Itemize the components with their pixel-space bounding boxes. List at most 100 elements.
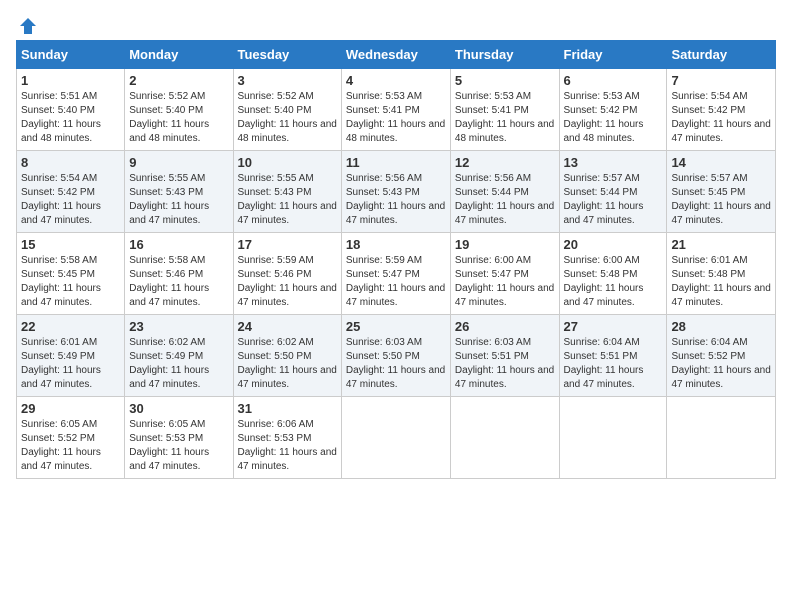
day-number: 5 bbox=[455, 73, 555, 88]
day-number: 27 bbox=[564, 319, 663, 334]
day-info: Sunrise: 6:00 AMSunset: 5:48 PMDaylight:… bbox=[564, 254, 663, 310]
calendar-header-saturday: Saturday bbox=[667, 41, 776, 69]
calendar-cell: 21 Sunrise: 6:01 AMSunset: 5:48 PMDayligh… bbox=[667, 233, 776, 315]
calendar-cell: 2 Sunrise: 5:52 AMSunset: 5:40 PMDaylight… bbox=[125, 69, 233, 151]
day-info: Sunrise: 5:57 AMSunset: 5:45 PMDaylight:… bbox=[671, 172, 771, 228]
day-number: 9 bbox=[129, 155, 228, 170]
calendar-cell bbox=[559, 397, 667, 479]
day-number: 6 bbox=[564, 73, 663, 88]
calendar-cell: 20 Sunrise: 6:00 AMSunset: 5:48 PMDayligh… bbox=[559, 233, 667, 315]
day-info: Sunrise: 5:51 AMSunset: 5:40 PMDaylight:… bbox=[21, 90, 120, 146]
calendar-week-row: 8 Sunrise: 5:54 AMSunset: 5:42 PMDaylight… bbox=[17, 151, 776, 233]
day-number: 15 bbox=[21, 237, 120, 252]
day-number: 22 bbox=[21, 319, 120, 334]
calendar-cell: 19 Sunrise: 6:00 AMSunset: 5:47 PMDayligh… bbox=[450, 233, 559, 315]
calendar-cell bbox=[667, 397, 776, 479]
logo-icon bbox=[18, 16, 38, 36]
day-number: 17 bbox=[238, 237, 337, 252]
calendar-cell: 9 Sunrise: 5:55 AMSunset: 5:43 PMDaylight… bbox=[125, 151, 233, 233]
day-number: 12 bbox=[455, 155, 555, 170]
day-number: 3 bbox=[238, 73, 337, 88]
calendar-cell: 6 Sunrise: 5:53 AMSunset: 5:42 PMDaylight… bbox=[559, 69, 667, 151]
day-info: Sunrise: 5:56 AMSunset: 5:43 PMDaylight:… bbox=[346, 172, 446, 228]
day-number: 11 bbox=[346, 155, 446, 170]
calendar-header-row: SundayMondayTuesdayWednesdayThursdayFrid… bbox=[17, 41, 776, 69]
day-info: Sunrise: 5:54 AMSunset: 5:42 PMDaylight:… bbox=[21, 172, 120, 228]
calendar-cell: 30 Sunrise: 6:05 AMSunset: 5:53 PMDayligh… bbox=[125, 397, 233, 479]
calendar-cell: 8 Sunrise: 5:54 AMSunset: 5:42 PMDaylight… bbox=[17, 151, 125, 233]
day-info: Sunrise: 6:02 AMSunset: 5:50 PMDaylight:… bbox=[238, 336, 337, 392]
calendar-header-wednesday: Wednesday bbox=[341, 41, 450, 69]
calendar-cell: 5Sunrise: 5:53 AMSunset: 5:41 PMDaylight… bbox=[450, 69, 559, 151]
calendar-cell: 10 Sunrise: 5:55 AMSunset: 5:43 PMDayligh… bbox=[233, 151, 341, 233]
calendar-header-tuesday: Tuesday bbox=[233, 41, 341, 69]
day-number: 21 bbox=[671, 237, 771, 252]
day-info: Sunrise: 6:02 AMSunset: 5:49 PMDaylight:… bbox=[129, 336, 228, 392]
calendar-cell: 29 Sunrise: 6:05 AMSunset: 5:52 PMDayligh… bbox=[17, 397, 125, 479]
day-info: Sunrise: 6:04 AMSunset: 5:51 PMDaylight:… bbox=[564, 336, 663, 392]
calendar-cell: 7Sunrise: 5:54 AMSunset: 5:42 PMDaylight… bbox=[667, 69, 776, 151]
day-info: Sunrise: 6:05 AMSunset: 5:52 PMDaylight:… bbox=[21, 418, 120, 474]
day-info: Sunrise: 6:01 AMSunset: 5:48 PMDaylight:… bbox=[671, 254, 771, 310]
calendar-week-row: 22 Sunrise: 6:01 AMSunset: 5:49 PMDayligh… bbox=[17, 315, 776, 397]
day-info: Sunrise: 5:52 AMSunset: 5:40 PMDaylight:… bbox=[129, 90, 228, 146]
day-info: Sunrise: 5:58 AMSunset: 5:45 PMDaylight:… bbox=[21, 254, 120, 310]
calendar-cell: 23 Sunrise: 6:02 AMSunset: 5:49 PMDayligh… bbox=[125, 315, 233, 397]
day-number: 29 bbox=[21, 401, 120, 416]
day-number: 16 bbox=[129, 237, 228, 252]
page-header bbox=[16, 16, 776, 32]
day-number: 10 bbox=[238, 155, 337, 170]
calendar-cell bbox=[450, 397, 559, 479]
day-info: Sunrise: 5:58 AMSunset: 5:46 PMDaylight:… bbox=[129, 254, 228, 310]
calendar-cell: 22 Sunrise: 6:01 AMSunset: 5:49 PMDayligh… bbox=[17, 315, 125, 397]
calendar-cell: 15 Sunrise: 5:58 AMSunset: 5:45 PMDayligh… bbox=[17, 233, 125, 315]
day-info: Sunrise: 6:00 AMSunset: 5:47 PMDaylight:… bbox=[455, 254, 555, 310]
calendar-header-friday: Friday bbox=[559, 41, 667, 69]
day-info: Sunrise: 6:03 AMSunset: 5:51 PMDaylight:… bbox=[455, 336, 555, 392]
day-info: Sunrise: 5:57 AMSunset: 5:44 PMDaylight:… bbox=[564, 172, 663, 228]
day-number: 23 bbox=[129, 319, 228, 334]
calendar-cell: 12Sunrise: 5:56 AMSunset: 5:44 PMDayligh… bbox=[450, 151, 559, 233]
day-number: 28 bbox=[671, 319, 771, 334]
day-info: Sunrise: 5:55 AMSunset: 5:43 PMDaylight:… bbox=[238, 172, 337, 228]
calendar-cell: 14 Sunrise: 5:57 AMSunset: 5:45 PMDayligh… bbox=[667, 151, 776, 233]
calendar-week-row: 15 Sunrise: 5:58 AMSunset: 5:45 PMDayligh… bbox=[17, 233, 776, 315]
day-info: Sunrise: 5:59 AMSunset: 5:46 PMDaylight:… bbox=[238, 254, 337, 310]
day-number: 24 bbox=[238, 319, 337, 334]
calendar-cell bbox=[341, 397, 450, 479]
logo bbox=[16, 16, 38, 32]
calendar-cell: 31 Sunrise: 6:06 AMSunset: 5:53 PMDayligh… bbox=[233, 397, 341, 479]
day-info: Sunrise: 5:53 AMSunset: 5:41 PMDaylight:… bbox=[346, 90, 446, 146]
day-number: 19 bbox=[455, 237, 555, 252]
calendar-cell: 26 Sunrise: 6:03 AMSunset: 5:51 PMDayligh… bbox=[450, 315, 559, 397]
day-info: Sunrise: 6:06 AMSunset: 5:53 PMDaylight:… bbox=[238, 418, 337, 474]
day-number: 8 bbox=[21, 155, 120, 170]
calendar-cell: 18Sunrise: 5:59 AMSunset: 5:47 PMDayligh… bbox=[341, 233, 450, 315]
day-info: Sunrise: 6:05 AMSunset: 5:53 PMDaylight:… bbox=[129, 418, 228, 474]
day-number: 14 bbox=[671, 155, 771, 170]
day-number: 31 bbox=[238, 401, 337, 416]
calendar-cell: 4Sunrise: 5:53 AMSunset: 5:41 PMDaylight… bbox=[341, 69, 450, 151]
day-number: 20 bbox=[564, 237, 663, 252]
day-number: 26 bbox=[455, 319, 555, 334]
calendar-week-row: 1 Sunrise: 5:51 AMSunset: 5:40 PMDaylight… bbox=[17, 69, 776, 151]
day-info: Sunrise: 5:54 AMSunset: 5:42 PMDaylight:… bbox=[671, 90, 771, 146]
calendar-cell: 13Sunrise: 5:57 AMSunset: 5:44 PMDayligh… bbox=[559, 151, 667, 233]
calendar-header-sunday: Sunday bbox=[17, 41, 125, 69]
calendar-cell: 11 Sunrise: 5:56 AMSunset: 5:43 PMDayligh… bbox=[341, 151, 450, 233]
day-info: Sunrise: 5:52 AMSunset: 5:40 PMDaylight:… bbox=[238, 90, 337, 146]
day-number: 2 bbox=[129, 73, 228, 88]
day-info: Sunrise: 6:03 AMSunset: 5:50 PMDaylight:… bbox=[346, 336, 446, 392]
calendar-cell: 28 Sunrise: 6:04 AMSunset: 5:52 PMDayligh… bbox=[667, 315, 776, 397]
calendar-cell: 1 Sunrise: 5:51 AMSunset: 5:40 PMDaylight… bbox=[17, 69, 125, 151]
day-info: Sunrise: 6:01 AMSunset: 5:49 PMDaylight:… bbox=[21, 336, 120, 392]
day-info: Sunrise: 6:04 AMSunset: 5:52 PMDaylight:… bbox=[671, 336, 771, 392]
day-info: Sunrise: 5:55 AMSunset: 5:43 PMDaylight:… bbox=[129, 172, 228, 228]
calendar-cell: 25Sunrise: 6:03 AMSunset: 5:50 PMDayligh… bbox=[341, 315, 450, 397]
day-number: 30 bbox=[129, 401, 228, 416]
day-info: Sunrise: 5:59 AMSunset: 5:47 PMDaylight:… bbox=[346, 254, 446, 310]
calendar-cell: 17 Sunrise: 5:59 AMSunset: 5:46 PMDayligh… bbox=[233, 233, 341, 315]
day-info: Sunrise: 5:53 AMSunset: 5:42 PMDaylight:… bbox=[564, 90, 663, 146]
calendar-header-thursday: Thursday bbox=[450, 41, 559, 69]
day-number: 1 bbox=[21, 73, 120, 88]
